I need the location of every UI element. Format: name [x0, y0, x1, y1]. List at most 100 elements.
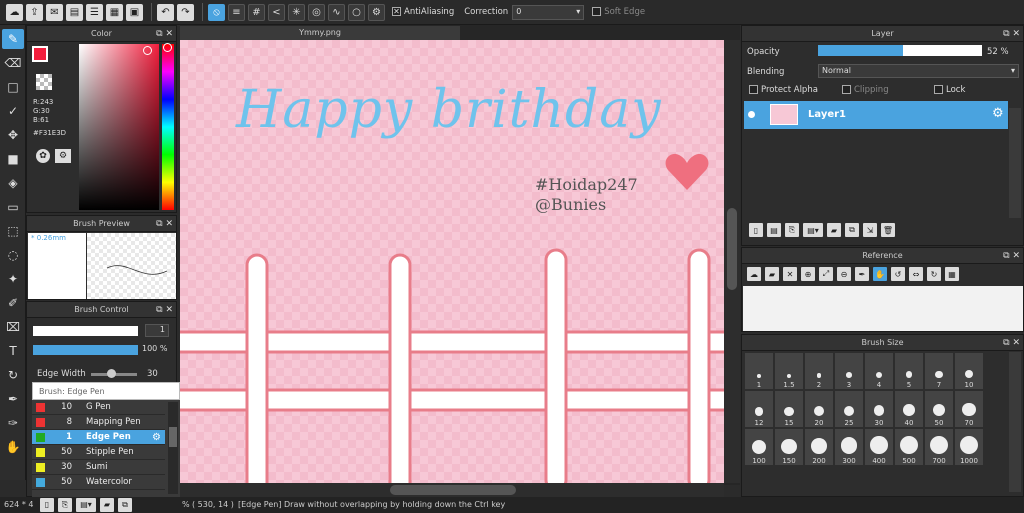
close-icon[interactable]: ⧉ ✕	[1003, 26, 1020, 42]
list-icon[interactable]: ☰	[86, 3, 103, 21]
lasso-tool-icon[interactable]: ◌	[2, 245, 24, 265]
flip-icon[interactable]: ⇔	[909, 267, 923, 281]
transparent-color-swatch[interactable]	[36, 74, 52, 90]
brush-size-option[interactable]: 30	[865, 391, 893, 427]
edge-width-handle[interactable]	[107, 369, 116, 378]
eraser-tool-icon[interactable]: ⌫	[2, 53, 24, 73]
move-tool-icon[interactable]: ✥	[2, 125, 24, 145]
brush-size-input[interactable]: 1	[145, 324, 169, 337]
undo-icon[interactable]: ↶	[157, 3, 174, 21]
grid-snap-icon[interactable]: #	[248, 3, 265, 21]
color-cursor[interactable]	[143, 46, 152, 55]
merge-layer-icon[interactable]: ⧉	[118, 498, 132, 512]
opacity-slider[interactable]	[818, 45, 982, 56]
brush-size-option[interactable]: 700	[925, 429, 953, 465]
brush-opacity-slider[interactable]	[33, 345, 138, 355]
brush-size-option[interactable]: 400	[865, 429, 893, 465]
rectangle-tool-icon[interactable]: □	[2, 77, 24, 97]
document-icon[interactable]: ▤	[66, 3, 83, 21]
brush-size-option[interactable]: 300	[835, 429, 863, 465]
hand-tool-icon[interactable]: ✋	[2, 437, 24, 457]
folder-icon[interactable]: ▰	[100, 498, 114, 512]
curve-snap-icon[interactable]: ∿	[328, 3, 345, 21]
color-settings-icon[interactable]: ⚙	[55, 149, 71, 163]
brush-size-option[interactable]: 1.5	[775, 353, 803, 389]
duplicate-layer-icon[interactable]: ⎘	[58, 498, 72, 512]
brush-size-option[interactable]: 1	[745, 353, 773, 389]
duplicate-layer-icon[interactable]: ⎘	[785, 223, 799, 237]
brush-list-item[interactable]: 50 Watercolor	[32, 475, 165, 490]
brush-size-option[interactable]: 4	[865, 353, 893, 389]
parallel-snap-icon[interactable]: ≡	[228, 3, 245, 21]
comment-icon[interactable]: ✉	[46, 3, 63, 21]
protect-alpha-checkbox[interactable]	[749, 85, 758, 94]
brush-list-item[interactable]: 1 Edge Pen ⚙	[32, 430, 165, 445]
brush-size-option[interactable]: 3	[835, 353, 863, 389]
brush-list-scrollbar[interactable]	[168, 402, 178, 494]
delete-layer-icon[interactable]: 🗑	[881, 223, 895, 237]
new-layer-copy-icon[interactable]: ▤	[767, 223, 781, 237]
vanishing-snap-icon[interactable]: <	[268, 3, 285, 21]
new-layer-icon[interactable]: ▯	[40, 498, 54, 512]
snap-settings-icon[interactable]: ⚙	[368, 3, 385, 21]
transparent-bg-icon[interactable]: ▦	[945, 267, 959, 281]
gear-icon[interactable]: ⚙	[992, 106, 1004, 121]
eyedropper-icon[interactable]: ✒	[855, 267, 869, 281]
cloud-icon[interactable]: ☁	[6, 3, 23, 21]
eye-icon[interactable]	[748, 111, 755, 118]
brush-list-item[interactable]: 30 Sumi	[32, 460, 165, 475]
cloud-icon[interactable]: ☁	[747, 267, 761, 281]
brush-list-item[interactable]: 50 Stipple Pen	[32, 445, 165, 460]
brush-size-option[interactable]: 40	[895, 391, 923, 427]
window-icon[interactable]: ▣	[126, 3, 143, 21]
brush-size-option[interactable]: 25	[835, 391, 863, 427]
brush-size-option[interactable]: 2	[805, 353, 833, 389]
drawing-canvas[interactable]: Happy brithday #Hoidap247 @Bunies	[180, 40, 724, 483]
canvas-vertical-scrollbar[interactable]	[724, 40, 740, 483]
close-icon[interactable]: ⧉ ✕	[156, 216, 173, 232]
brush-list-item[interactable]: 10 G Pen	[32, 400, 165, 415]
brush-tool-icon[interactable]: ✎	[2, 29, 24, 49]
correction-select[interactable]: 0 ▾	[512, 4, 585, 20]
layer-menu-icon[interactable]: ▤▾	[803, 223, 823, 237]
brush-size-slider[interactable]	[33, 326, 138, 336]
blending-select[interactable]: Normal ▾	[818, 64, 1019, 78]
document-tab[interactable]: Ymmy.png	[180, 26, 460, 40]
transform-tool-icon[interactable]: ↻	[2, 365, 24, 385]
brush-size-option[interactable]: 70	[955, 391, 983, 427]
brush-size-option[interactable]: 5	[895, 353, 923, 389]
dropper-tool-icon[interactable]: ✑	[2, 413, 24, 433]
fit-icon[interactable]: ⤢	[819, 267, 833, 281]
radial-snap-icon[interactable]: ✳	[288, 3, 305, 21]
transfer-layer-icon[interactable]: ⇲	[863, 223, 877, 237]
antialiasing-checkbox[interactable]: ✕	[392, 7, 401, 16]
clipping-checkbox[interactable]	[842, 85, 851, 94]
text-tool-icon[interactable]: T	[2, 341, 24, 361]
rotate-right-icon[interactable]: ↻	[927, 267, 941, 281]
fill-rect-tool-icon[interactable]: ■	[2, 149, 24, 169]
ellipse-snap-icon[interactable]: ○	[348, 3, 365, 21]
brush-size-option[interactable]: 1000	[955, 429, 983, 465]
brush-size-option[interactable]: 7	[925, 353, 953, 389]
circle-snap-icon[interactable]: ◎	[308, 3, 325, 21]
close-icon[interactable]: ⧉ ✕	[156, 26, 173, 42]
close-icon[interactable]: ⧉ ✕	[156, 302, 173, 318]
reference-image-area[interactable]	[743, 286, 1023, 331]
palette-icon[interactable]: ✿	[36, 149, 50, 163]
gradient-tool-icon[interactable]: ▭	[2, 197, 24, 217]
lock-checkbox[interactable]	[934, 85, 943, 94]
close-icon[interactable]: ⧉ ✕	[1003, 335, 1020, 351]
canvas-horizontal-scrollbar[interactable]	[180, 483, 724, 497]
saturation-value-picker[interactable]	[79, 44, 159, 210]
stroke-tool-icon[interactable]: ✓	[2, 101, 24, 121]
brush-list-scroll-thumb[interactable]	[169, 427, 177, 447]
folder-icon[interactable]: ▰	[827, 223, 841, 237]
brush-size-option[interactable]: 200	[805, 429, 833, 465]
soft-edge-checkbox[interactable]	[592, 7, 602, 16]
layer-row[interactable]: Layer1 ⚙	[744, 101, 1008, 129]
hue-cursor[interactable]	[163, 43, 172, 52]
new-layer-icon[interactable]: ▯	[749, 223, 763, 237]
layer-menu-icon[interactable]: ▤▾	[76, 498, 96, 512]
brush-size-option[interactable]: 150	[775, 429, 803, 465]
brush-size-option[interactable]: 12	[745, 391, 773, 427]
